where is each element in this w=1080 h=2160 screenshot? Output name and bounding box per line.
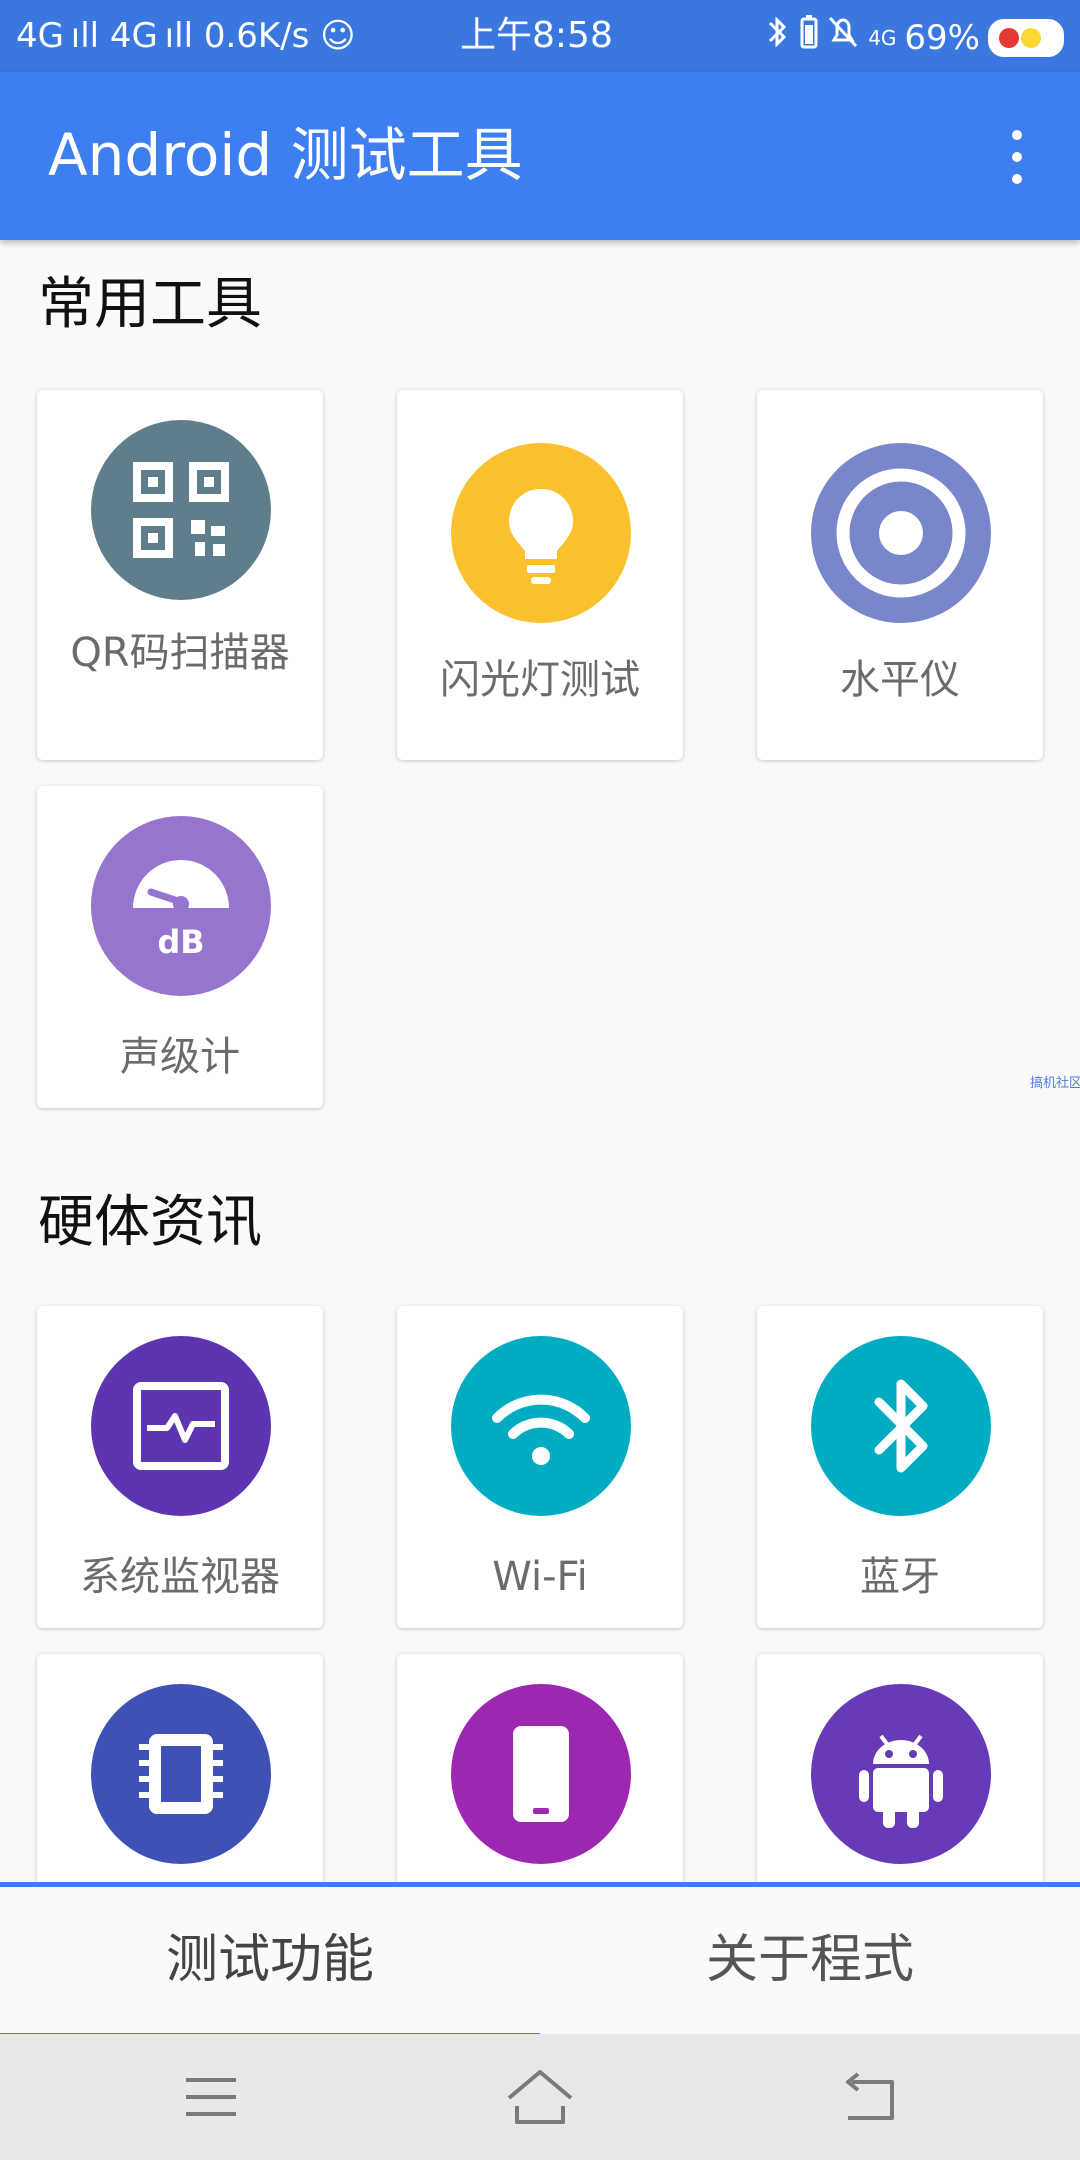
- bottom-tab-bar: 测试功能 关于程式: [0, 1882, 1080, 2039]
- menu-nav-icon[interactable]: [166, 2062, 256, 2132]
- tool-label: 蓝牙: [860, 1554, 940, 1600]
- tool-card-wifi[interactable]: Wi-Fi: [397, 1306, 683, 1628]
- sound-meter-icon: dB: [91, 816, 271, 996]
- android-icon: [811, 1684, 991, 1864]
- sound-meter-unit: dB: [157, 923, 205, 961]
- tool-card-bluetooth[interactable]: 蓝牙: [757, 1306, 1043, 1628]
- overflow-menu-button[interactable]: [982, 122, 1052, 192]
- status-right-group: 4G 69%: [762, 14, 1064, 61]
- network-4g-icon: 4G: [868, 25, 897, 50]
- tool-label: 水平仪: [840, 657, 960, 703]
- battery-small-icon: [800, 15, 818, 60]
- watermark-text: 搞机社区: [1030, 1076, 1080, 1091]
- tool-label: Wi-Fi: [492, 1554, 588, 1600]
- tab-about-app[interactable]: 关于程式: [540, 1887, 1080, 2034]
- tool-label: 闪光灯测试: [440, 657, 640, 703]
- tool-card-level[interactable]: 水平仪: [757, 390, 1043, 760]
- tool-card-memory[interactable]: [37, 1654, 323, 1914]
- tool-label: 声级计: [120, 1034, 240, 1080]
- back-nav-icon[interactable]: [824, 2062, 914, 2132]
- status-bar: 4G ıll 4G ıll 0.6K/s ☺ 上午8:58 4G 69%: [0, 0, 1080, 72]
- app-title: Android 测试工具: [48, 121, 523, 189]
- tool-card-system-monitor[interactable]: 系统监视器: [37, 1306, 323, 1628]
- bluetooth-status-icon: [762, 14, 792, 61]
- wifi-icon: [451, 1336, 631, 1516]
- lightbulb-icon: [451, 443, 631, 623]
- mute-bell-icon: [826, 14, 860, 61]
- tool-card-android[interactable]: [757, 1654, 1043, 1914]
- level-target-icon: [811, 443, 991, 623]
- tool-card-flashlight-test[interactable]: 闪光灯测试: [397, 390, 683, 760]
- app-bar: Android 测试工具: [0, 72, 1080, 240]
- home-nav-icon[interactable]: [495, 2062, 585, 2132]
- tool-card-sound-meter[interactable]: dB 声级计: [37, 786, 323, 1108]
- battery-icon: [988, 18, 1064, 57]
- status-signal-text: 4G ıll 4G ıll 0.6K/s ☺: [16, 16, 356, 56]
- tool-label: 系统监视器: [80, 1554, 280, 1600]
- qr-code-icon: [91, 420, 271, 600]
- section-title-hardware-info: 硬体资讯: [38, 1190, 262, 1255]
- tool-card-device[interactable]: [397, 1654, 683, 1914]
- bluetooth-icon: [811, 1336, 991, 1516]
- tool-card-qr-scanner[interactable]: QR码扫描器: [37, 390, 323, 760]
- battery-percent: 69%: [904, 17, 980, 58]
- phone-device-icon: [451, 1684, 631, 1864]
- system-nav-bar: [0, 2034, 1080, 2160]
- status-time: 上午8:58: [460, 15, 613, 56]
- system-monitor-icon: [91, 1336, 271, 1516]
- tool-label: QR码扫描器: [70, 630, 290, 676]
- section-title-common-tools: 常用工具: [38, 272, 262, 337]
- tab-test-functions[interactable]: 测试功能: [0, 1887, 540, 2034]
- memory-chip-icon: [91, 1684, 271, 1864]
